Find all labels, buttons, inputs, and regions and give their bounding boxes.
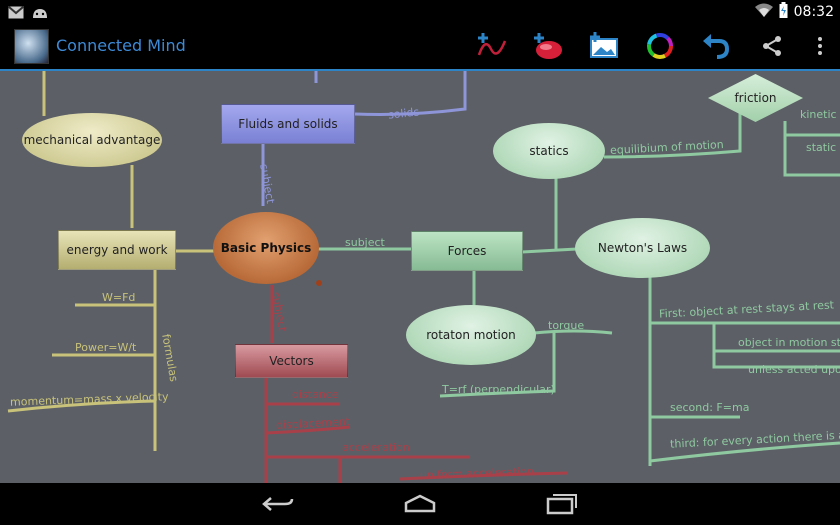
toolbar-actions	[464, 23, 840, 69]
label-second-law: second: F=ma	[670, 401, 750, 414]
recent-apps-icon[interactable]	[532, 489, 592, 519]
label-kinetic: kinetic	[800, 108, 837, 121]
app-logo-icon[interactable]	[14, 29, 49, 64]
home-icon[interactable]	[390, 489, 450, 519]
action-bar: Connected Mind	[0, 23, 840, 69]
node-newtons-laws[interactable]: Newton's Laws	[575, 218, 710, 278]
node-forces[interactable]: Forces	[411, 231, 523, 271]
label-unless-acted: unless acted upon	[748, 363, 840, 376]
clock: 08:32	[793, 4, 834, 20]
share-icon[interactable]	[744, 23, 800, 69]
gmail-notification-icon	[8, 4, 24, 23]
label-power: Power=W/t	[75, 341, 137, 354]
add-link-icon[interactable]	[464, 23, 520, 69]
node-vectors[interactable]: Vectors	[235, 344, 348, 378]
label-acceleration: acceleration	[342, 441, 410, 454]
back-icon[interactable]	[248, 489, 308, 519]
color-wheel-icon[interactable]	[632, 23, 688, 69]
add-node-icon[interactable]	[520, 23, 576, 69]
wifi-icon	[754, 3, 773, 21]
add-image-icon[interactable]	[576, 23, 632, 69]
label-torque: torque	[548, 319, 585, 332]
node-rotation-motion[interactable]: rotaton motion	[406, 305, 536, 365]
battery-icon	[779, 2, 788, 22]
label-trf: T=rf (perpendicular)	[442, 383, 555, 396]
label-distance: distance	[292, 388, 339, 401]
status-bar: 08:32	[0, 0, 840, 23]
node-basic-physics[interactable]: Basic Physics	[213, 212, 319, 284]
android-notification-icon	[32, 4, 48, 23]
navigation-bar	[0, 483, 840, 525]
label-object-in-motion: object in motion stays	[738, 336, 840, 349]
node-mechanical-advantage[interactable]: mechanical advantage	[22, 113, 162, 167]
label-static: static	[806, 141, 837, 154]
label-wfd: W=Fd	[102, 291, 136, 304]
node-energy-and-work[interactable]: energy and work	[58, 230, 176, 270]
label-subject-right: subject	[345, 236, 385, 249]
node-fluids-and-solids[interactable]: Fluids and solids	[221, 104, 355, 144]
node-statics[interactable]: statics	[493, 123, 605, 179]
undo-icon[interactable]	[688, 23, 744, 69]
overflow-menu-icon[interactable]	[800, 23, 840, 69]
app-title: Connected Mind	[56, 36, 186, 55]
mind-map-canvas[interactable]: mechanical advantage Fluids and solids e…	[0, 71, 840, 483]
